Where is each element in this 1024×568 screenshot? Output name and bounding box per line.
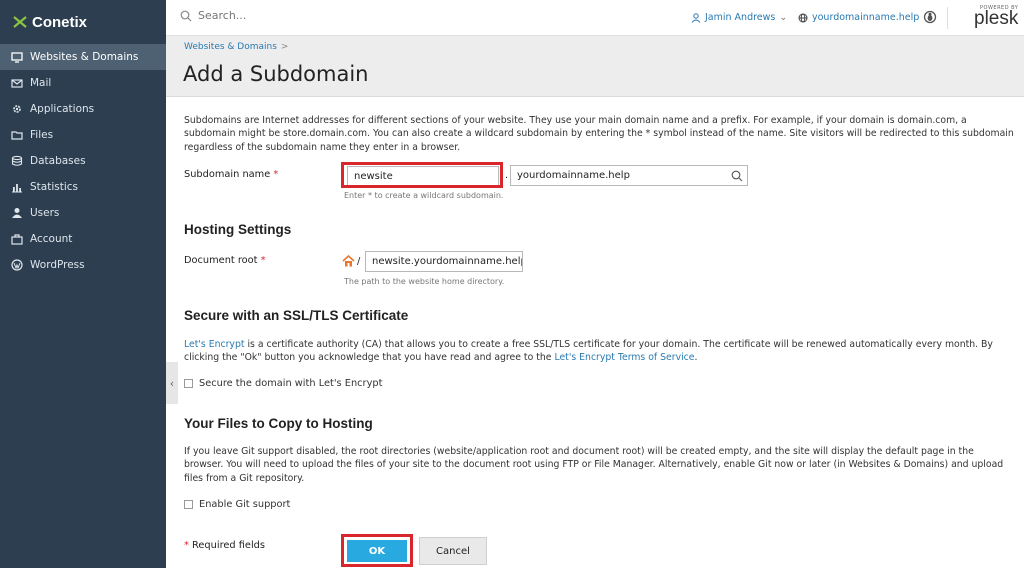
plesk-wordmark: plesk	[974, 8, 1019, 29]
sidebar-item-label: Applications	[30, 103, 95, 115]
brand-logo[interactable]: Conetix	[0, 0, 166, 44]
hosting-settings-heading: Hosting Settings	[184, 222, 292, 237]
sidebar-item-websites-domains[interactable]: Websites & Domains	[0, 44, 166, 70]
sidebar-item-label: WordPress	[30, 259, 85, 271]
document-root-hint: The path to the website home directory.	[344, 277, 505, 286]
search-icon	[731, 170, 743, 182]
domain-menu[interactable]: yourdomainname.help	[798, 12, 919, 23]
sidebar-item-statistics[interactable]: Statistics	[0, 174, 166, 200]
required-mark: *	[273, 169, 279, 180]
docroot-slash: /	[357, 256, 361, 267]
search-icon	[180, 10, 192, 21]
sidebar-item-label: Account	[30, 233, 73, 245]
files-heading: Your Files to Copy to Hosting	[184, 416, 373, 431]
monitor-icon	[11, 51, 23, 63]
parent-domain-select[interactable]: yourdomainname.help	[510, 165, 748, 186]
subdomain-label-text: Subdomain name	[184, 169, 271, 180]
lets-encrypt-checkbox-label: Secure the domain with Let's Encrypt	[199, 378, 383, 389]
sidebar-item-label: Databases	[30, 155, 86, 167]
cancel-button[interactable]: Cancel	[419, 537, 487, 565]
git-checkbox[interactable]	[184, 500, 193, 509]
sidebar-item-label: Statistics	[30, 181, 78, 193]
sidebar-item-label: Users	[30, 207, 60, 219]
search-box[interactable]: Search...	[180, 9, 246, 22]
sidebar-item-account[interactable]: Account	[0, 226, 166, 252]
document-root-label-text: Document root	[184, 255, 258, 266]
sidebar-item-files[interactable]: Files	[0, 122, 166, 148]
mail-icon	[11, 77, 23, 89]
breadcrumb: Websites & Domains >	[184, 42, 288, 52]
subdomain-input-highlight	[341, 162, 503, 188]
required-fields-note: * Required fields	[184, 540, 265, 551]
folder-icon	[11, 129, 23, 141]
sidebar-item-users[interactable]: Users	[0, 200, 166, 226]
ssl-description: Let's Encrypt is a certificate authority…	[184, 338, 1020, 365]
git-checkbox-label: Enable Git support	[199, 499, 291, 510]
domain-name: yourdomainname.help	[812, 12, 920, 23]
subdomain-hint: Enter * to create a wildcard subdomain.	[344, 191, 504, 200]
lets-encrypt-link[interactable]: Let's Encrypt	[184, 339, 244, 350]
user-icon	[691, 12, 701, 23]
sidebar-item-databases[interactable]: Databases	[0, 148, 166, 174]
home-icon	[342, 255, 355, 267]
ssl-heading: Secure with an SSL/TLS Certificate	[184, 308, 409, 323]
database-icon	[11, 155, 23, 167]
required-mark: *	[184, 540, 189, 551]
ssl-description-end: .	[694, 352, 698, 364]
brand-name: Conetix	[32, 13, 88, 31]
git-checkbox-row[interactable]: Enable Git support	[184, 499, 290, 510]
globe-icon	[798, 13, 808, 22]
sidebar-item-applications[interactable]: Applications	[0, 96, 166, 122]
sidebar: Conetix Websites & Domains Mail Applicatio…	[0, 0, 166, 568]
sidebar-nav: Websites & Domains Mail Applications Files D…	[0, 44, 166, 278]
ok-button-highlight	[341, 534, 413, 567]
required-mark: *	[260, 255, 266, 266]
subdomain-label: Subdomain name *	[184, 169, 278, 180]
chevron-left-icon: ‹	[169, 376, 175, 390]
bug-report-icon[interactable]	[923, 10, 937, 27]
user-menu[interactable]: Jamin Andrews ⌄	[691, 12, 787, 23]
top-bar: Search... Jamin Andrews ⌄ yourdomainname…	[166, 0, 1024, 36]
breadcrumb-separator: >	[280, 42, 289, 52]
conetix-logo-icon	[13, 16, 27, 28]
breadcrumb-link[interactable]: Websites & Domains	[184, 42, 277, 52]
sidebar-item-label: Mail	[30, 77, 52, 89]
lets-encrypt-checkbox[interactable]	[184, 379, 193, 388]
parent-domain-value: yourdomainname.help	[517, 170, 630, 181]
document-root-input[interactable]: newsite.yourdomainname.help	[365, 251, 523, 272]
page-description: Subdomains are Internet addresses for di…	[184, 115, 1014, 153]
required-fields-text: Required fields	[192, 540, 265, 551]
files-description: If you leave Git support disabled, the r…	[184, 446, 1004, 484]
user-name: Jamin Andrews	[705, 12, 776, 23]
sidebar-item-mail[interactable]: Mail	[0, 70, 166, 96]
search-input[interactable]: Search...	[198, 9, 246, 22]
plesk-logo: POWERED BY plesk	[974, 5, 1019, 29]
page-header: Websites & Domains > Add a Subdomain	[166, 36, 1024, 97]
sidebar-item-wordpress[interactable]: WordPress	[0, 252, 166, 278]
bar-chart-icon	[11, 181, 23, 193]
user-icon	[11, 207, 23, 219]
lets-encrypt-checkbox-row[interactable]: Secure the domain with Let's Encrypt	[184, 378, 382, 389]
chevron-down-icon: ⌄	[779, 12, 788, 23]
wordpress-icon	[11, 259, 23, 271]
page-title: Add a Subdomain	[183, 62, 369, 86]
sidebar-collapse-handle[interactable]: ‹	[166, 362, 178, 404]
sidebar-item-label: Files	[30, 129, 54, 141]
document-root-label: Document root *	[184, 255, 266, 266]
domain-dot: .	[505, 170, 509, 181]
sidebar-item-label: Websites & Domains	[30, 51, 139, 63]
header-divider	[947, 7, 948, 29]
briefcase-icon	[11, 233, 23, 245]
gear-icon	[11, 103, 23, 115]
lets-encrypt-tos-link[interactable]: Let's Encrypt Terms of Service	[554, 352, 694, 363]
